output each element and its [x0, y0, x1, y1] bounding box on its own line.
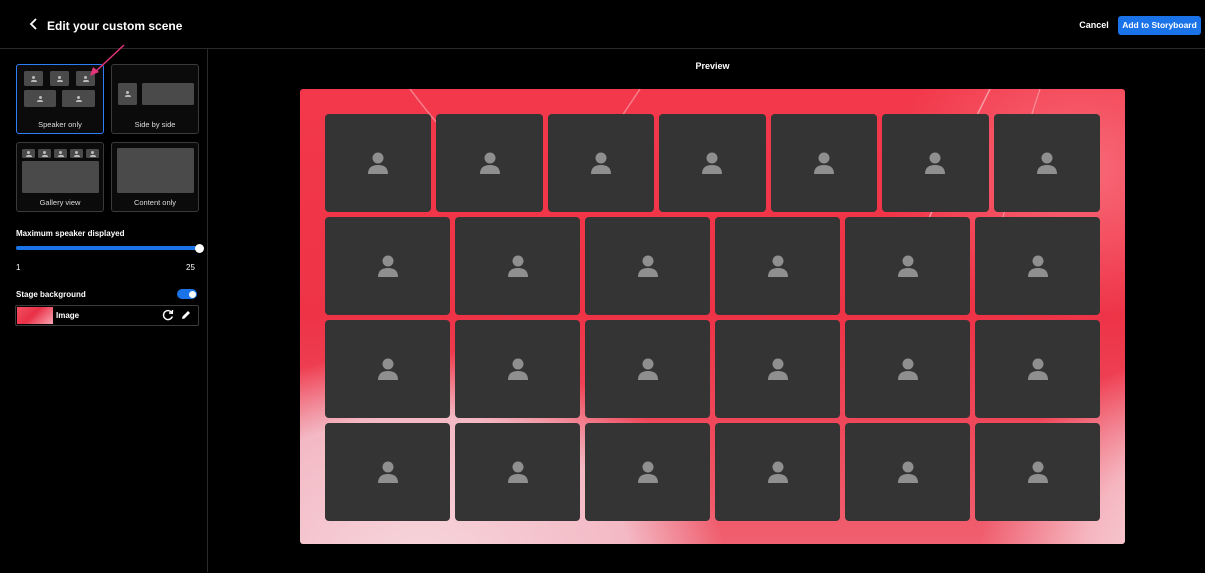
person-icon	[637, 460, 659, 484]
person-icon	[701, 151, 723, 175]
participant-tile	[845, 423, 970, 521]
speaker-thumb	[70, 149, 83, 158]
participant-tile	[845, 217, 970, 315]
participant-tile	[975, 320, 1100, 418]
max-speaker-slider[interactable]	[16, 243, 204, 253]
speaker-thumb	[62, 90, 95, 107]
background-thumbnail	[17, 307, 53, 324]
participant-tile	[455, 423, 580, 521]
content-thumb	[142, 83, 194, 105]
person-icon	[924, 151, 946, 175]
stage-preview	[300, 89, 1125, 544]
person-icon	[377, 357, 399, 381]
speaker-thumb	[76, 71, 95, 86]
layout-side-by-side[interactable]: Side by side	[111, 64, 199, 134]
refresh-icon[interactable]	[161, 308, 175, 322]
cancel-button[interactable]: Cancel	[1076, 18, 1112, 32]
slider-fill	[16, 246, 199, 250]
background-type-label: Image	[56, 311, 80, 320]
person-icon	[377, 460, 399, 484]
toggle-knob	[188, 290, 196, 298]
person-icon	[590, 151, 612, 175]
participant-tile	[882, 114, 989, 212]
page-title: Edit your custom scene	[47, 19, 183, 33]
person-icon	[507, 254, 529, 278]
person-icon	[767, 254, 789, 278]
chevron-left-icon[interactable]	[26, 16, 42, 32]
person-icon	[637, 357, 659, 381]
speaker-thumb	[24, 90, 56, 107]
person-icon	[897, 357, 919, 381]
slider-min-value: 1	[16, 263, 21, 272]
person-icon	[507, 357, 529, 381]
participant-tile	[659, 114, 766, 212]
speaker-thumb	[24, 71, 43, 86]
person-icon	[767, 460, 789, 484]
person-icon	[1027, 460, 1049, 484]
speaker-thumb	[50, 71, 69, 86]
person-icon	[479, 151, 501, 175]
participant-tile	[715, 320, 840, 418]
person-icon	[367, 151, 389, 175]
participant-tile	[325, 320, 450, 418]
participant-tile	[436, 114, 543, 212]
layout-label: Gallery view	[39, 198, 81, 207]
participant-tile	[325, 423, 450, 521]
participant-tile	[585, 320, 710, 418]
slider-max-value: 25	[186, 263, 195, 272]
background-image-row: Image	[15, 305, 199, 326]
person-icon	[767, 357, 789, 381]
participant-tile	[455, 320, 580, 418]
participant-tile	[993, 114, 1100, 212]
participant-tile	[325, 217, 450, 315]
add-to-storyboard-button[interactable]: Add to Storyboard	[1118, 16, 1201, 35]
edit-icon[interactable]	[179, 308, 193, 322]
content-thumb	[117, 148, 194, 193]
stage-background-label: Stage background	[16, 290, 86, 299]
person-icon	[377, 254, 399, 278]
layout-speaker-only[interactable]: Speaker only	[16, 64, 104, 134]
participant-tile	[715, 423, 840, 521]
participant-tile	[325, 114, 432, 212]
layout-content-only[interactable]: Content only	[111, 142, 199, 212]
person-icon	[897, 460, 919, 484]
person-icon	[1027, 254, 1049, 278]
preview-title: Preview	[695, 61, 730, 71]
speaker-thumb	[22, 149, 35, 158]
speaker-thumb	[38, 149, 51, 158]
layout-label: Speaker only	[38, 120, 82, 129]
participant-tile	[845, 320, 970, 418]
person-icon	[897, 254, 919, 278]
person-icon	[1036, 151, 1058, 175]
top-bar: Edit your custom scene Cancel Add to Sto…	[0, 0, 1205, 49]
participant-tile	[770, 114, 878, 212]
participant-tile	[975, 423, 1100, 521]
participant-tile	[975, 217, 1100, 315]
participant-tile	[715, 217, 840, 315]
stage-background-toggle[interactable]	[177, 289, 197, 299]
max-speaker-label: Maximum speaker displayed	[16, 229, 125, 238]
layout-label: Side by side	[134, 120, 176, 129]
participant-tile	[585, 217, 710, 315]
layout-label: Content only	[133, 198, 177, 207]
speaker-thumb	[54, 149, 67, 158]
participant-tile	[455, 217, 580, 315]
speaker-thumb	[86, 149, 99, 158]
slider-handle[interactable]	[194, 243, 204, 253]
person-icon	[1027, 357, 1049, 381]
layout-gallery-view[interactable]: Gallery view	[16, 142, 104, 212]
person-icon	[637, 254, 659, 278]
participant-tile	[585, 423, 710, 521]
sidebar: Speaker only Side by side Gallery view C…	[0, 49, 208, 572]
person-icon	[813, 151, 835, 175]
content-thumb	[22, 161, 99, 193]
person-icon	[507, 460, 529, 484]
participant-tile	[547, 114, 655, 212]
speaker-thumb	[118, 83, 137, 105]
